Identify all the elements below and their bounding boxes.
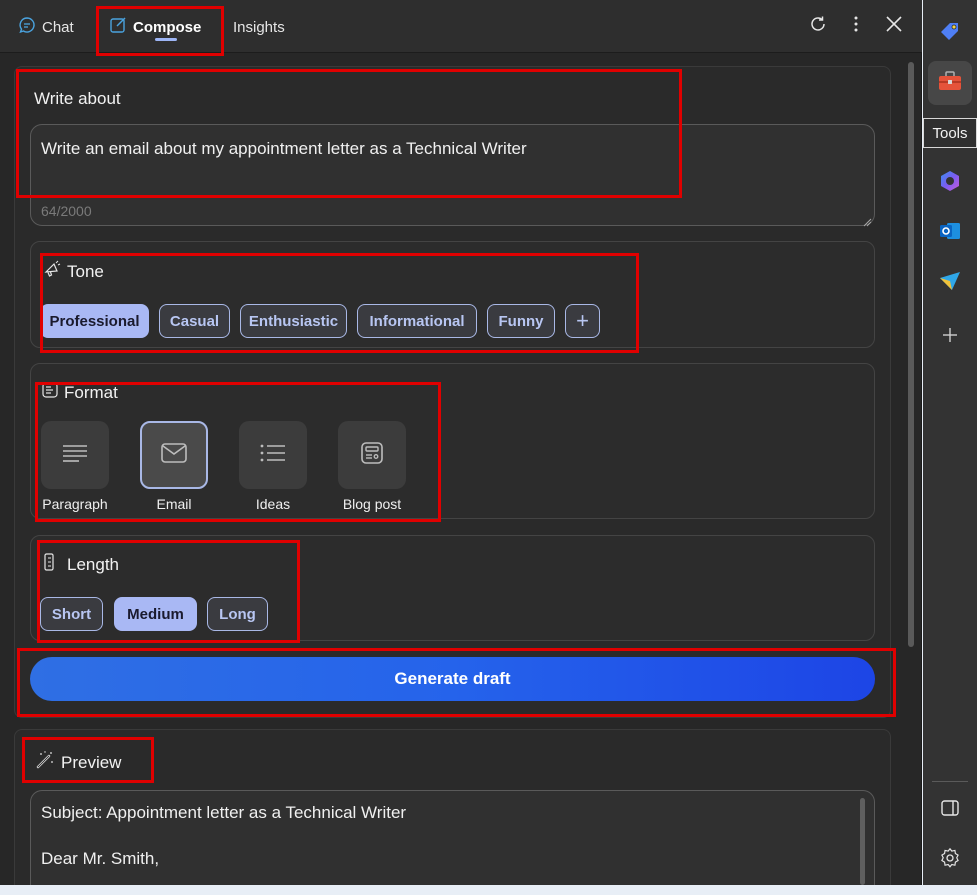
tools-tooltip: Tools [923,118,977,148]
ruler-icon [43,553,55,576]
outlook-icon [938,219,962,248]
tab-compose[interactable]: Compose [109,14,201,40]
magic-wand-icon [35,750,55,775]
tab-chat[interactable]: Chat [18,14,74,40]
chat-icon [18,16,36,38]
more-options-button[interactable] [844,14,868,38]
format-icon [42,382,58,403]
active-tab-indicator [155,38,177,41]
blog-post-icon [360,441,384,470]
resize-handle[interactable] [862,214,872,227]
add-icon [941,326,959,349]
tone-chip-casual[interactable]: Casual [159,304,230,338]
sidebar-divider [932,781,968,782]
length-title: Length [43,553,119,576]
sidebar-item-outlook[interactable] [931,214,969,252]
panel-scrollbar[interactable] [908,62,914,647]
format-label-paragraph: Paragraph [42,496,108,512]
settings-button[interactable] [931,841,969,879]
megaphone-icon [43,260,61,283]
tools-icon [937,70,963,97]
format-label-email: Email [156,496,192,512]
format-label: Format [64,382,118,402]
write-about-value: Write an email about my appointment lett… [41,139,527,158]
length-chip-short[interactable]: Short [40,597,103,631]
preview-subject-line: Subject: Appointment letter as a Technic… [41,803,407,822]
tone-label: Tone [67,261,104,281]
tone-chip-professional[interactable]: Professional [40,304,149,338]
close-button[interactable] [882,14,906,38]
add-icon: + [576,308,589,333]
tab-insights-label: Insights [233,18,285,36]
length-chip-medium[interactable]: Medium [114,597,197,631]
add-tone-button[interactable]: + [565,304,600,338]
close-icon [886,15,902,37]
tone-chip-funny[interactable]: Funny [487,304,555,338]
sidebar-item-copilot[interactable] [931,164,969,202]
refresh-button[interactable] [806,14,830,38]
character-counter: 64/2000 [41,203,92,219]
compose-icon [109,16,127,38]
sidebar-toggle-icon [940,799,960,822]
format-title: Format [42,382,118,403]
top-bar: Chat Compose Insights [0,0,922,53]
format-option-paragraph[interactable]: Paragraph [40,421,110,512]
copilot-icon [938,169,962,198]
email-icon [160,442,188,469]
preview-content[interactable]: Subject: Appointment letter as a Technic… [30,790,875,885]
write-about-input[interactable]: Write an email about my appointment lett… [30,124,875,226]
paragraph-icon [61,443,89,468]
format-label-blog-post: Blog post [342,496,402,512]
sidebar-item-shopping[interactable] [931,14,969,52]
tone-chip-informational[interactable]: Informational [357,304,477,338]
format-label-ideas: Ideas [255,496,291,512]
format-option-email[interactable]: Email [139,421,209,512]
preview-label: Preview [61,752,122,772]
preview-greeting-line: Dear Mr. Smith, [41,849,160,868]
refresh-icon [809,15,827,38]
more-options-icon [853,15,859,38]
send-icon [938,270,962,297]
edge-sidebar-window: Chat Compose Insights Write about Write … [0,0,977,895]
format-option-blog-post[interactable]: Blog post [337,421,407,512]
tab-chat-label: Chat [42,18,74,36]
settings-icon [939,847,961,874]
sidebar-item-drop[interactable] [931,264,969,302]
length-chip-long[interactable]: Long [207,597,268,631]
compose-panel: Chat Compose Insights Write about Write … [0,0,922,885]
tag-icon [938,19,962,48]
sidebar-toggle-button[interactable] [931,791,969,829]
generate-draft-button[interactable]: Generate draft [30,657,875,701]
sidebar-item-tools[interactable] [928,61,972,105]
sidebar-add-button[interactable] [931,318,969,356]
write-about-label: Write about [34,89,121,108]
length-label: Length [67,554,119,574]
preview-title: Preview [35,750,121,775]
format-option-ideas[interactable]: Ideas [238,421,308,512]
list-icon [259,442,287,469]
tone-chip-enthusiastic[interactable]: Enthusiastic [240,304,347,338]
preview-scrollbar[interactable] [860,798,865,885]
tone-title: Tone [43,260,104,283]
tab-compose-label: Compose [133,18,202,36]
tab-insights[interactable]: Insights [233,14,285,40]
